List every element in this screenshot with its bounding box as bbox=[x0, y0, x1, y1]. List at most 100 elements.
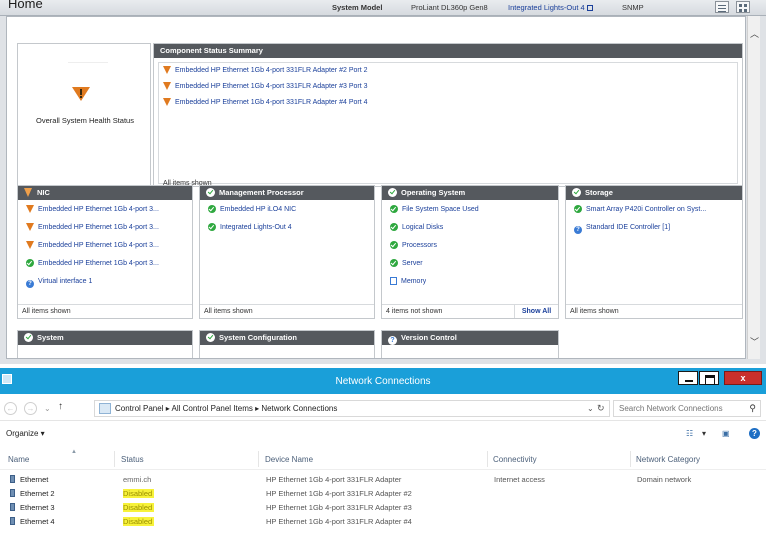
nic-item[interactable]: Embedded HP Ethernet 1Gb 4-port 3... bbox=[26, 222, 159, 234]
mgmt-item[interactable]: Integrated Lights-Out 4 bbox=[208, 222, 292, 234]
nic-item[interactable]: Embedded HP Ethernet 1Gb 4-port 3... bbox=[26, 240, 159, 252]
connection-name[interactable]: Ethernet 4 bbox=[10, 517, 55, 526]
scroll-down-icon[interactable]: ﹀ bbox=[750, 338, 759, 347]
component-item-label[interactable]: Embedded HP Ethernet 1Gb 4-port 331FLR A… bbox=[175, 67, 368, 74]
column-status[interactable]: Status bbox=[121, 455, 144, 464]
os-item[interactable]: Logical Disks bbox=[390, 222, 443, 234]
list-view-button[interactable] bbox=[715, 1, 729, 13]
mgmt-item-label[interactable]: Integrated Lights-Out 4 bbox=[220, 224, 292, 231]
view-dropdown-icon[interactable]: ▾ bbox=[702, 429, 706, 438]
refresh-icon[interactable]: ↻ bbox=[597, 403, 605, 414]
nic-item[interactable]: Embedded HP Ethernet 1Gb 4-port 3... bbox=[26, 258, 159, 270]
show-all-button[interactable]: Show All bbox=[514, 305, 558, 318]
address-dropdown-icon[interactable]: ⌄ bbox=[587, 404, 594, 413]
back-icon[interactable]: ← bbox=[4, 402, 17, 415]
component-status-panel: Component Status Summary Embedded HP Eth… bbox=[153, 43, 743, 187]
os-item-label[interactable]: Memory bbox=[401, 278, 426, 285]
warning-icon bbox=[26, 223, 34, 231]
ilo-link-label[interactable]: Integrated Lights-Out 4 bbox=[508, 3, 585, 12]
protocol-value: SNMP bbox=[622, 3, 644, 12]
os-item[interactable]: Server bbox=[390, 258, 423, 270]
close-button[interactable]: x bbox=[724, 371, 762, 385]
component-item[interactable]: Embedded HP Ethernet 1Gb 4-port 331FLR A… bbox=[163, 97, 368, 109]
nic-item-label[interactable]: Embedded HP Ethernet 1Gb 4-port 3... bbox=[38, 242, 159, 249]
nic-header[interactable]: NIC bbox=[18, 186, 192, 200]
os-item-label[interactable]: Logical Disks bbox=[402, 224, 443, 231]
os-header[interactable]: Operating System bbox=[382, 186, 558, 200]
system-header[interactable]: System bbox=[18, 331, 192, 345]
vertical-scrollbar[interactable]: ︿ ﹀ bbox=[747, 16, 760, 359]
storage-header[interactable]: Storage bbox=[566, 186, 742, 200]
forward-icon[interactable]: → bbox=[24, 402, 37, 415]
connection-name-label[interactable]: Ethernet bbox=[20, 475, 48, 484]
device-name: HP Ethernet 1Gb 4-port 331FLR Adapter #4 bbox=[266, 517, 412, 526]
component-item-label[interactable]: Embedded HP Ethernet 1Gb 4-port 331FLR A… bbox=[175, 99, 368, 106]
os-item[interactable]: Processors bbox=[390, 240, 437, 252]
change-view-icon[interactable]: ☷ bbox=[686, 429, 693, 438]
os-item-label[interactable]: Server bbox=[402, 260, 423, 267]
table-row[interactable]: Ethernet emmi.ch HP Ethernet 1Gb 4-port … bbox=[0, 474, 766, 486]
recent-dropdown-icon[interactable]: ⌄ bbox=[44, 404, 51, 413]
mgmt-item-label[interactable]: Embedded HP iLO4 NIC bbox=[220, 206, 296, 213]
grid-view-button[interactable] bbox=[736, 1, 750, 13]
column-connectivity[interactable]: Connectivity bbox=[493, 455, 537, 464]
column-network-category[interactable]: Network Category bbox=[636, 455, 700, 464]
connection-status: Disabled bbox=[123, 503, 155, 512]
connection-status: Disabled bbox=[123, 489, 155, 498]
ok-icon bbox=[24, 333, 33, 342]
help-icon[interactable]: ? bbox=[749, 428, 760, 439]
storage-title: Storage bbox=[585, 188, 613, 197]
nic-item-label[interactable]: Embedded HP Ethernet 1Gb 4-port 3... bbox=[38, 224, 159, 231]
component-status-list: Embedded HP Ethernet 1Gb 4-port 331FLR A… bbox=[158, 62, 738, 187]
storage-item[interactable]: ? Standard IDE Controller [1] bbox=[574, 222, 670, 234]
table-row[interactable]: Ethernet 2 Disabled HP Ethernet 1Gb 4-po… bbox=[0, 488, 766, 500]
version-header[interactable]: ? Version Control bbox=[382, 331, 558, 345]
storage-item-label[interactable]: Smart Array P420i Controller on Syst... bbox=[586, 206, 706, 213]
nic-item-label[interactable]: Embedded HP Ethernet 1Gb 4-port 3... bbox=[38, 260, 159, 267]
nic-list: Embedded HP Ethernet 1Gb 4-port 3... Emb… bbox=[22, 204, 188, 303]
document-icon bbox=[390, 277, 397, 285]
scroll-up-icon[interactable]: ︿ bbox=[750, 30, 759, 39]
ilo-link[interactable]: Integrated Lights-Out 4 bbox=[508, 3, 593, 12]
sysconfig-header[interactable]: System Configuration bbox=[200, 331, 374, 345]
overall-health-box[interactable]: Overall System Health Status bbox=[17, 43, 151, 187]
table-row[interactable]: Ethernet 3 Disabled HP Ethernet 1Gb 4-po… bbox=[0, 502, 766, 514]
search-box[interactable]: ⚲ bbox=[613, 400, 761, 417]
column-name[interactable]: Name bbox=[8, 455, 29, 464]
component-item-label[interactable]: Embedded HP Ethernet 1Gb 4-port 331FLR A… bbox=[175, 83, 368, 90]
connection-name-label[interactable]: Ethernet 4 bbox=[20, 517, 55, 526]
nc-titlebar[interactable]: Network Connections x bbox=[0, 368, 766, 394]
os-item-label[interactable]: Processors bbox=[402, 242, 437, 249]
nic-item[interactable]: Embedded HP Ethernet 1Gb 4-port 3... bbox=[26, 204, 159, 216]
connection-name-label[interactable]: Ethernet 3 bbox=[20, 503, 55, 512]
connection-name[interactable]: Ethernet 2 bbox=[10, 489, 55, 498]
table-row[interactable]: Ethernet 4 Disabled HP Ethernet 1Gb 4-po… bbox=[0, 516, 766, 528]
storage-item-label[interactable]: Standard IDE Controller [1] bbox=[586, 224, 670, 231]
preview-pane-icon[interactable]: ▣ bbox=[722, 429, 730, 438]
storage-item[interactable]: Smart Array P420i Controller on Syst... bbox=[574, 204, 706, 216]
mgmt-header[interactable]: Management Processor bbox=[200, 186, 374, 200]
nic-item-label[interactable]: Virtual interface 1 bbox=[38, 278, 92, 285]
connection-name[interactable]: Ethernet bbox=[10, 475, 48, 484]
connection-name[interactable]: Ethernet 3 bbox=[10, 503, 55, 512]
organize-button[interactable]: Organize ▾ bbox=[6, 429, 45, 438]
ok-icon bbox=[388, 188, 397, 197]
minimize-button[interactable] bbox=[678, 371, 698, 385]
os-item[interactable]: File System Space Used bbox=[390, 204, 479, 216]
connection-name-label[interactable]: Ethernet 2 bbox=[20, 489, 55, 498]
search-input[interactable] bbox=[614, 401, 742, 416]
search-icon[interactable]: ⚲ bbox=[749, 403, 756, 414]
up-icon[interactable]: ↑ bbox=[58, 401, 63, 412]
column-device-name[interactable]: Device Name bbox=[265, 455, 313, 464]
component-item[interactable]: Embedded HP Ethernet 1Gb 4-port 331FLR A… bbox=[163, 81, 368, 93]
maximize-button[interactable] bbox=[699, 371, 719, 385]
os-item-label[interactable]: File System Space Used bbox=[402, 206, 479, 213]
breadcrumb[interactable]: Control Panel ▸ All Control Panel Items … bbox=[115, 404, 337, 413]
address-bar[interactable]: Control Panel ▸ All Control Panel Items … bbox=[94, 400, 610, 417]
nic-item-label[interactable]: Embedded HP Ethernet 1Gb 4-port 3... bbox=[38, 206, 159, 213]
mgmt-item[interactable]: Embedded HP iLO4 NIC bbox=[208, 204, 296, 216]
os-footer-label: 4 items not shown bbox=[386, 308, 443, 315]
os-item[interactable]: Memory bbox=[390, 276, 426, 288]
component-item[interactable]: Embedded HP Ethernet 1Gb 4-port 331FLR A… bbox=[163, 65, 368, 77]
nic-item[interactable]: ? Virtual interface 1 bbox=[26, 276, 92, 288]
